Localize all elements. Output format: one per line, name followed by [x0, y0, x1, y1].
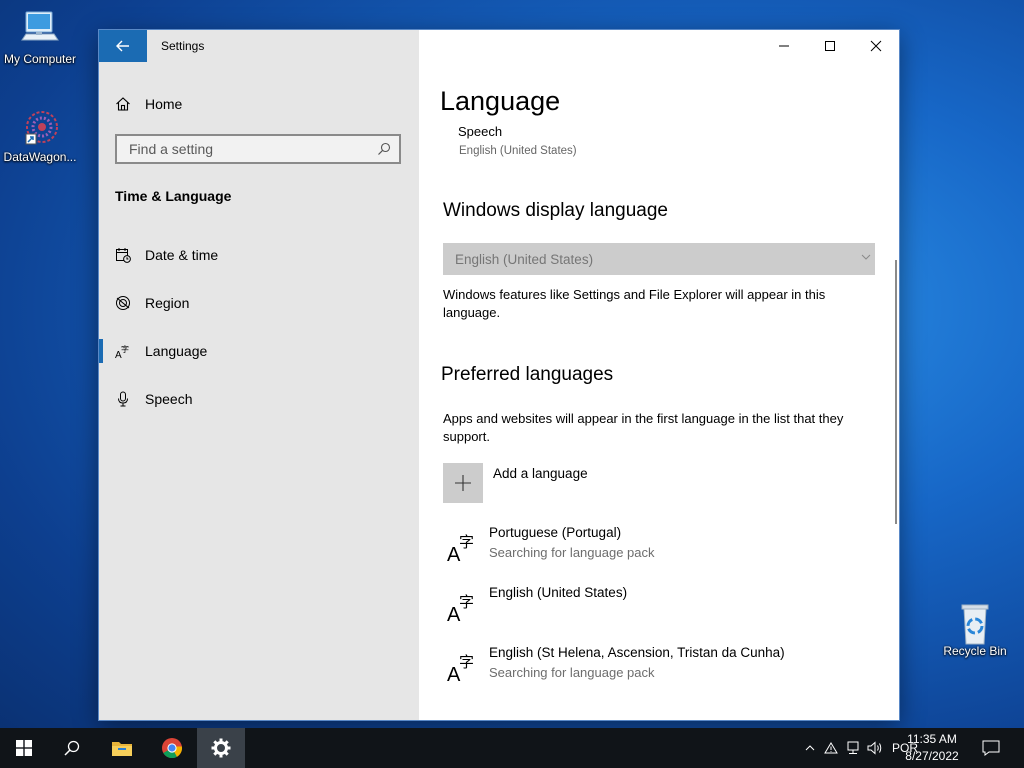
calendar-clock-icon [115, 247, 145, 263]
search-input[interactable] [127, 140, 377, 158]
search-icon [64, 740, 80, 756]
recycle-bin-icon [953, 602, 997, 645]
language-icon: A字 [447, 593, 474, 625]
taskbar-chrome[interactable] [148, 728, 196, 768]
search-box[interactable] [115, 134, 401, 164]
settings-icon [211, 738, 231, 758]
language-icon: A字 [447, 653, 474, 685]
preferred-languages-heading: Preferred languages [441, 364, 614, 385]
clock-date: 8/27/2022 [905, 749, 959, 763]
clock-time: 11:35 AM [907, 732, 957, 746]
add-language-label: Add a language [493, 466, 588, 481]
display-language-select[interactable]: English (United States) [443, 243, 875, 275]
back-arrow-icon [116, 40, 129, 52]
chevron-down-icon [861, 254, 871, 260]
globe-icon [115, 295, 145, 311]
preferred-languages-description: Apps and websites will appear in the fir… [443, 411, 844, 444]
sidebar-item-speech[interactable]: Speech [115, 387, 192, 411]
taskbar: POR 11:35 AM 8/27/2022 [0, 728, 1024, 768]
language-status: Searching for language pack [489, 665, 655, 680]
sidebar-item-label: Language [145, 343, 208, 359]
language-icon: A字 [447, 533, 474, 565]
display-language-description: Windows features like Settings and File … [443, 287, 826, 320]
network-icon[interactable] [842, 741, 864, 755]
chrome-icon [162, 738, 183, 759]
action-center-button[interactable] [968, 728, 1014, 768]
sidebar-item-label: Home [145, 96, 183, 112]
sidebar-item-label: Speech [145, 391, 193, 407]
taskbar-clock[interactable]: 11:35 AM 8/27/2022 [900, 731, 964, 765]
start-button[interactable] [0, 728, 48, 768]
search-icon [378, 142, 391, 155]
computer-icon [18, 10, 62, 50]
sidebar-item-language[interactable]: A字 Language [115, 339, 207, 363]
sidebar-item-region[interactable]: Region [115, 291, 189, 315]
add-language-button[interactable]: Add a language [443, 463, 588, 503]
svg-text:字: 字 [459, 653, 474, 671]
notification-icon [982, 740, 1000, 756]
window-title: Settings [161, 39, 205, 53]
taskbar-settings[interactable] [197, 728, 245, 768]
language-name: Portuguese (Portugal) [489, 525, 622, 540]
language-item-english-st-helena[interactable]: A字 English (St Helena, Ascension, Trista… [445, 645, 885, 689]
notification-warning-icon[interactable] [820, 742, 842, 754]
desktop-icon-label: Recycle Bin [943, 644, 1007, 658]
language-item-english-us[interactable]: A字 English (United States) [445, 585, 885, 629]
desktop-icon-label: My Computer [3, 52, 77, 66]
language-icon: A字 [115, 343, 145, 359]
sidebar-section-title: Time & Language [115, 188, 232, 204]
display-language-value: English (United States) [455, 251, 594, 267]
desktop-icon-recycle-bin[interactable]: Recycle Bin [935, 602, 1015, 658]
display-language-heading: Windows display language [443, 200, 668, 221]
taskbar-file-explorer[interactable] [98, 728, 146, 768]
sidebar-item-label: Region [145, 295, 190, 311]
plus-icon [443, 463, 483, 503]
start-icon [16, 740, 32, 756]
sidebar-item-label: Date & time [145, 247, 219, 263]
sidebar-item-date-time[interactable]: Date & time [115, 243, 218, 267]
speech-value: English (United States) [459, 145, 577, 157]
language-item-portuguese[interactable]: A字 Portuguese (Portugal) Searching for l… [445, 525, 885, 569]
svg-text:字: 字 [459, 593, 474, 611]
speech-link[interactable]: Speech [458, 124, 502, 139]
chevron-up-icon[interactable] [800, 744, 820, 752]
microphone-icon [115, 391, 145, 407]
back-button[interactable] [99, 30, 147, 62]
main-content: Language Speech English (United States) … [419, 30, 899, 720]
language-name: English (United States) [489, 585, 628, 600]
svg-text:字: 字 [121, 344, 129, 354]
language-status: Searching for language pack [489, 545, 655, 560]
desktop-icon-my-computer[interactable]: My Computer [0, 10, 80, 66]
language-name: English (St Helena, Ascension, Tristan d… [489, 645, 785, 660]
svg-text:字: 字 [459, 533, 474, 551]
datawagon-shortcut-icon [18, 108, 62, 148]
desktop-icon-datawagon[interactable]: DataWagon... [0, 108, 80, 164]
taskbar-search-button[interactable] [48, 728, 96, 768]
selected-indicator [99, 339, 103, 363]
sidebar: Settings Home Time & Language Date & tim… [99, 30, 419, 720]
settings-window: Settings Home Time & Language Date & tim… [99, 30, 899, 720]
sidebar-item-home[interactable]: Home [115, 92, 182, 116]
volume-icon[interactable] [864, 741, 886, 755]
file-explorer-icon [112, 742, 132, 756]
scrollbar[interactable] [895, 260, 897, 524]
home-icon [115, 96, 145, 112]
desktop-icon-label: DataWagon... [3, 150, 77, 164]
page-title: Language [440, 86, 561, 116]
